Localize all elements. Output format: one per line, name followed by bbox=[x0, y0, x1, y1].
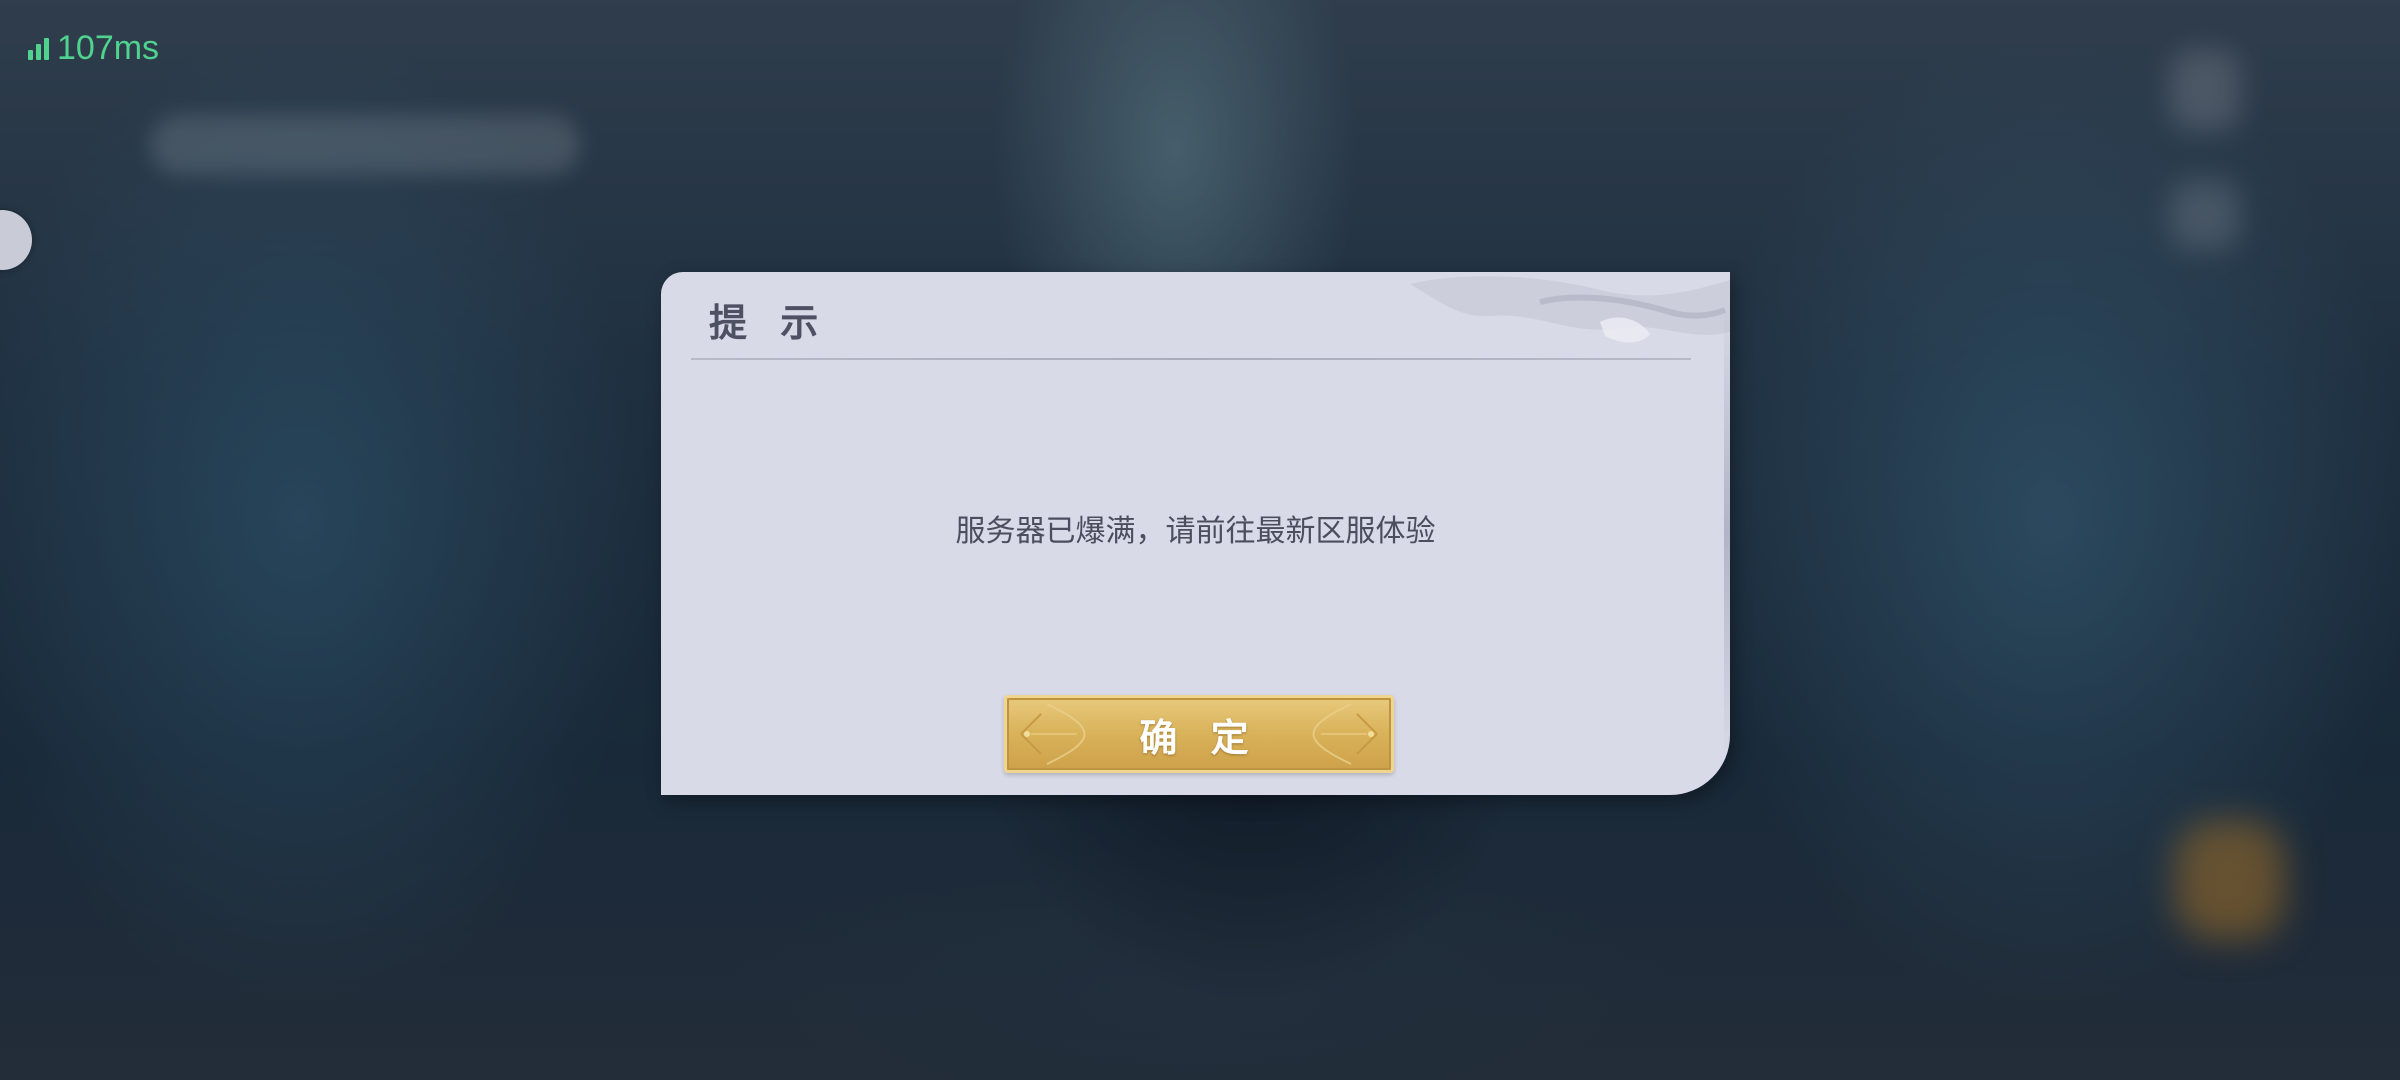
notice-dialog: 提 示 服务器已爆满，请前往最新区服体验 确 定 bbox=[661, 272, 1730, 795]
confirm-button[interactable]: 确 定 bbox=[1004, 695, 1394, 773]
dialog-corner-ornament bbox=[1410, 276, 1730, 343]
dialog-title: 提 示 bbox=[709, 300, 829, 345]
dialog-message: 服务器已爆满，请前往最新区服体验 bbox=[955, 514, 1436, 549]
network-latency-indicator: 107ms bbox=[28, 30, 159, 66]
dialog-divider bbox=[691, 358, 1691, 360]
confirm-button-label: 确 定 bbox=[1139, 714, 1259, 760]
signal-bars-icon bbox=[28, 36, 49, 60]
latency-text: 107ms bbox=[57, 29, 160, 67]
